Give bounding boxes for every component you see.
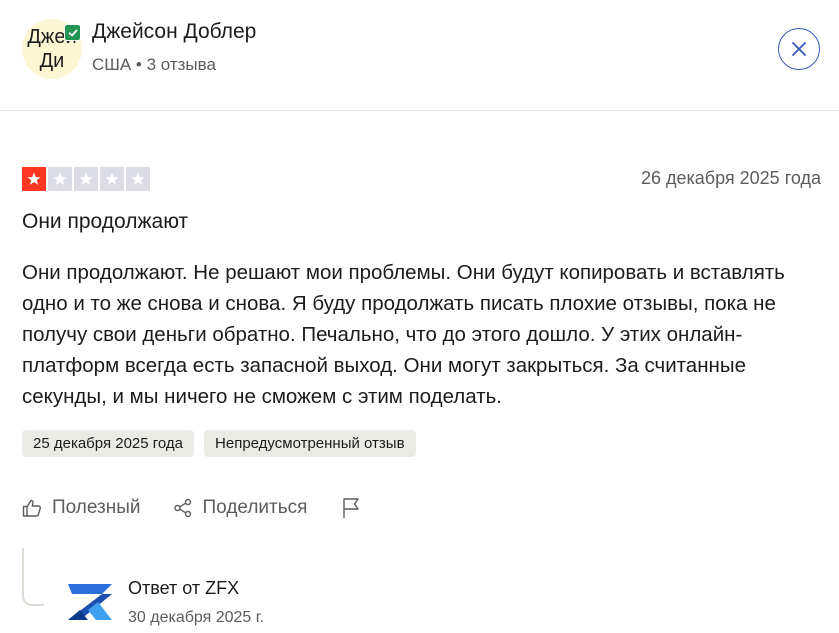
share-label: Поделиться <box>202 497 308 518</box>
flag-icon <box>343 498 360 518</box>
thumbs-up-icon <box>22 499 41 517</box>
close-button[interactable] <box>778 28 820 70</box>
verified-check-icon <box>64 24 81 41</box>
review-date: 26 декабря 2025 года <box>640 168 821 188</box>
share-button[interactable]: Поделиться <box>173 497 308 519</box>
unprompted-review-tag[interactable]: Непредусмотренный отзыв <box>204 430 416 457</box>
experience-date-tag: 25 декабря 2025 года <box>22 430 195 457</box>
review-text: Они продолжают. Не решают мои проблемы. … <box>22 261 785 408</box>
useful-label: Полезный <box>52 497 141 518</box>
reviewer-meta: США • 3 отзыва <box>92 55 216 74</box>
star-icon <box>48 167 72 191</box>
review-actions: Полезный Поделиться <box>22 497 361 519</box>
review-tags: 25 декабря 2025 года Непредусмотренный о… <box>22 430 416 457</box>
star-icon <box>74 167 98 191</box>
star-icon <box>22 167 46 191</box>
star-icon <box>126 167 150 191</box>
star-icon <box>100 167 124 191</box>
reply-connector <box>22 548 44 606</box>
zfx-logo <box>68 584 112 620</box>
useful-button[interactable]: Полезный <box>22 497 141 519</box>
close-icon <box>792 42 806 56</box>
reply-date: 30 декабря 2025 г. <box>128 609 265 626</box>
share-icon <box>173 498 191 518</box>
reviewer-name[interactable]: Джейсон Доблер <box>92 20 256 44</box>
star-rating <box>22 167 150 191</box>
review-title: Они продолжают <box>22 210 189 233</box>
review-header: Джей Ди Джейсон Доблер США • 3 отзыва <box>0 0 839 111</box>
reply-from: Ответ от ZFX <box>128 578 240 598</box>
report-button[interactable] <box>341 497 361 519</box>
